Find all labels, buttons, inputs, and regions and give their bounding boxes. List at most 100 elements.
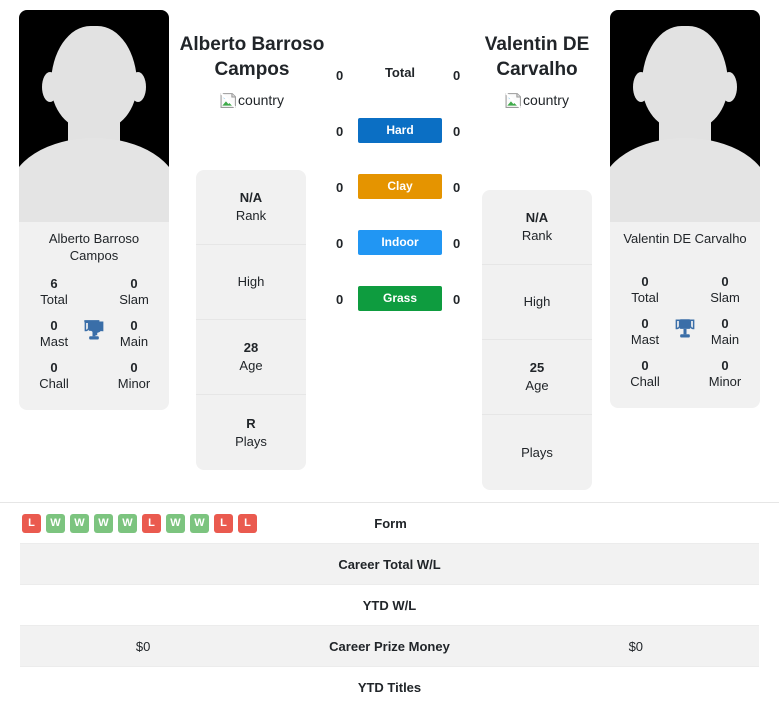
surface-h2h-column: 0 Total 0 0 Hard 0 0 Clay 0 0 Indoor 0 0… xyxy=(325,62,475,342)
stats-row-label: YTD W/L xyxy=(362,597,417,613)
stat-label: Total xyxy=(40,292,68,307)
stat-value: 0 xyxy=(50,318,58,333)
stats-row-label: YTD Titles xyxy=(357,680,422,695)
form-badge-w: W xyxy=(94,513,113,533)
surface-label-total: Total xyxy=(384,65,416,80)
player-comparison-header: Alberto Barroso Campos 6 Total 0 Slam 0 … xyxy=(0,0,779,500)
form-badge-l: L xyxy=(214,513,233,533)
stat-value: 0 xyxy=(721,316,729,331)
stat-chall-right: 0 Chall xyxy=(622,358,668,390)
titles-row: 6 Total 0 Slam xyxy=(25,270,163,312)
form-badge-list: LWWWWLWWLL xyxy=(22,513,257,533)
stat-label: Main xyxy=(119,334,149,349)
stat-value: 0 xyxy=(641,274,649,289)
player-info-card-right: N/A Rank High 25 Age Plays xyxy=(482,190,592,490)
stat-label: Mast xyxy=(630,332,660,347)
stat-main-left: 0 Main xyxy=(111,318,157,350)
stat-main-right: 0 Main xyxy=(702,316,748,348)
country-flag-left: country xyxy=(157,92,347,109)
form-badges-left: LWWWWLWWLL xyxy=(20,513,268,533)
player-name-left: Alberto Barroso Campos xyxy=(179,34,325,80)
info-label: Age xyxy=(525,378,549,393)
info-high-left: High xyxy=(196,245,306,320)
surface-row-grass: 0 Grass 0 xyxy=(325,286,475,342)
surface-value-left: 0 xyxy=(336,236,344,251)
trophy-icon xyxy=(675,319,695,338)
surface-value-left: 0 xyxy=(336,124,344,139)
stat-value: 0 xyxy=(641,316,649,331)
surface-label-hard[interactable]: Hard xyxy=(358,118,442,143)
stats-row-ytd-wl: YTD W/L xyxy=(20,585,759,626)
surface-value-right: 0 xyxy=(453,236,461,251)
stat-label: Total xyxy=(631,290,659,305)
stat-value: 0 xyxy=(721,358,729,373)
info-rank-left: N/A Rank xyxy=(196,170,306,245)
form-badge-w: W xyxy=(70,513,89,533)
stats-row-label: Form xyxy=(374,515,407,531)
player-photo-left xyxy=(19,10,169,222)
player-card-left[interactable]: Alberto Barroso Campos 6 Total 0 Slam 0 … xyxy=(19,10,169,410)
form-badge-w: W xyxy=(118,513,137,533)
stat-mast-right: 0 Mast xyxy=(622,316,668,348)
stat-mast-left: 0 Mast xyxy=(31,318,77,350)
avatar-silhouette-ear-left xyxy=(633,72,649,102)
titles-row: 0 Chall 0 Minor xyxy=(25,354,163,396)
stat-label: Mast xyxy=(39,334,69,349)
stat-label: Minor xyxy=(708,374,742,389)
titles-row: 0 Total 0 Slam xyxy=(616,268,754,310)
stat-value: 0 xyxy=(130,318,138,333)
info-label: High xyxy=(237,274,265,289)
info-plays-right: Plays xyxy=(482,415,592,490)
stats-row-label: Career Prize Money xyxy=(329,638,450,654)
info-label: Plays xyxy=(521,444,553,460)
avatar-silhouette-ear-right xyxy=(130,72,146,102)
surface-value-left: 0 xyxy=(336,292,344,307)
stats-value-left: $0 xyxy=(135,638,151,654)
player-card-name-left: Alberto Barroso Campos xyxy=(48,231,140,263)
stats-row-ytd-titles: YTD Titles xyxy=(20,667,759,708)
titles-grid-right: 0 Total 0 Slam 0 Mast 0 Main 0 Chall 0 M… xyxy=(610,268,760,408)
info-rank-right: N/A Rank xyxy=(482,190,592,265)
avatar-silhouette-body xyxy=(610,138,760,222)
broken-image-icon xyxy=(220,92,237,109)
info-value: R xyxy=(246,415,256,431)
titles-grid-left: 6 Total 0 Slam 0 Mast 0 Main 0 Chall 0 M… xyxy=(19,270,169,410)
info-label: Rank xyxy=(235,208,267,223)
surface-label-clay[interactable]: Clay xyxy=(358,174,442,199)
stat-slam-left: 0 Slam xyxy=(111,276,157,308)
player-card-right[interactable]: Valentin DE Carvalho 0 Total 0 Slam 0 Ma… xyxy=(610,10,760,408)
surface-value-right: 0 xyxy=(453,68,461,83)
stat-total-right: 0 Total xyxy=(622,274,668,306)
info-age-left: 28 Age xyxy=(196,320,306,395)
form-badge-w: W xyxy=(190,513,209,533)
titles-row: 0 Mast 0 Main xyxy=(25,312,163,354)
stats-row-career-prize-money: $0 Career Prize Money $0 xyxy=(20,626,759,667)
info-plays-left: R Plays xyxy=(196,395,306,470)
trophy-icon xyxy=(84,320,104,340)
form-badge-l: L xyxy=(238,513,257,533)
stat-value: 0 xyxy=(130,360,138,375)
info-value: N/A xyxy=(239,190,263,205)
info-label: Rank xyxy=(521,228,553,243)
stat-chall-left: 0 Chall xyxy=(31,360,77,392)
avatar-silhouette-ear-left xyxy=(42,72,58,102)
surface-value-right: 0 xyxy=(453,180,461,195)
player-card-name-right: Valentin DE Carvalho xyxy=(623,231,747,246)
stat-minor-left: 0 Minor xyxy=(111,360,157,392)
titles-row: 0 Chall 0 Minor xyxy=(616,352,754,394)
surface-label-grass[interactable]: Grass xyxy=(358,286,442,311)
stat-total-left: 6 Total xyxy=(31,276,77,308)
info-age-right: 25 Age xyxy=(482,340,592,415)
surface-label-indoor[interactable]: Indoor xyxy=(358,230,442,255)
form-badge-l: L xyxy=(22,513,41,533)
surface-value-right: 0 xyxy=(453,124,461,139)
stat-value: 6 xyxy=(50,276,58,291)
info-label: Age xyxy=(239,358,263,373)
stat-value: 0 xyxy=(641,358,649,373)
surface-value-left: 0 xyxy=(336,68,344,83)
country-alt-text: country xyxy=(523,92,569,108)
player-photo-right xyxy=(610,10,760,222)
comparison-stats-table: LWWWWLWWLL Form Career Total W/L YTD W/L… xyxy=(0,502,779,708)
info-high-right: High xyxy=(482,265,592,340)
surface-row-hard: 0 Hard 0 xyxy=(325,118,475,174)
